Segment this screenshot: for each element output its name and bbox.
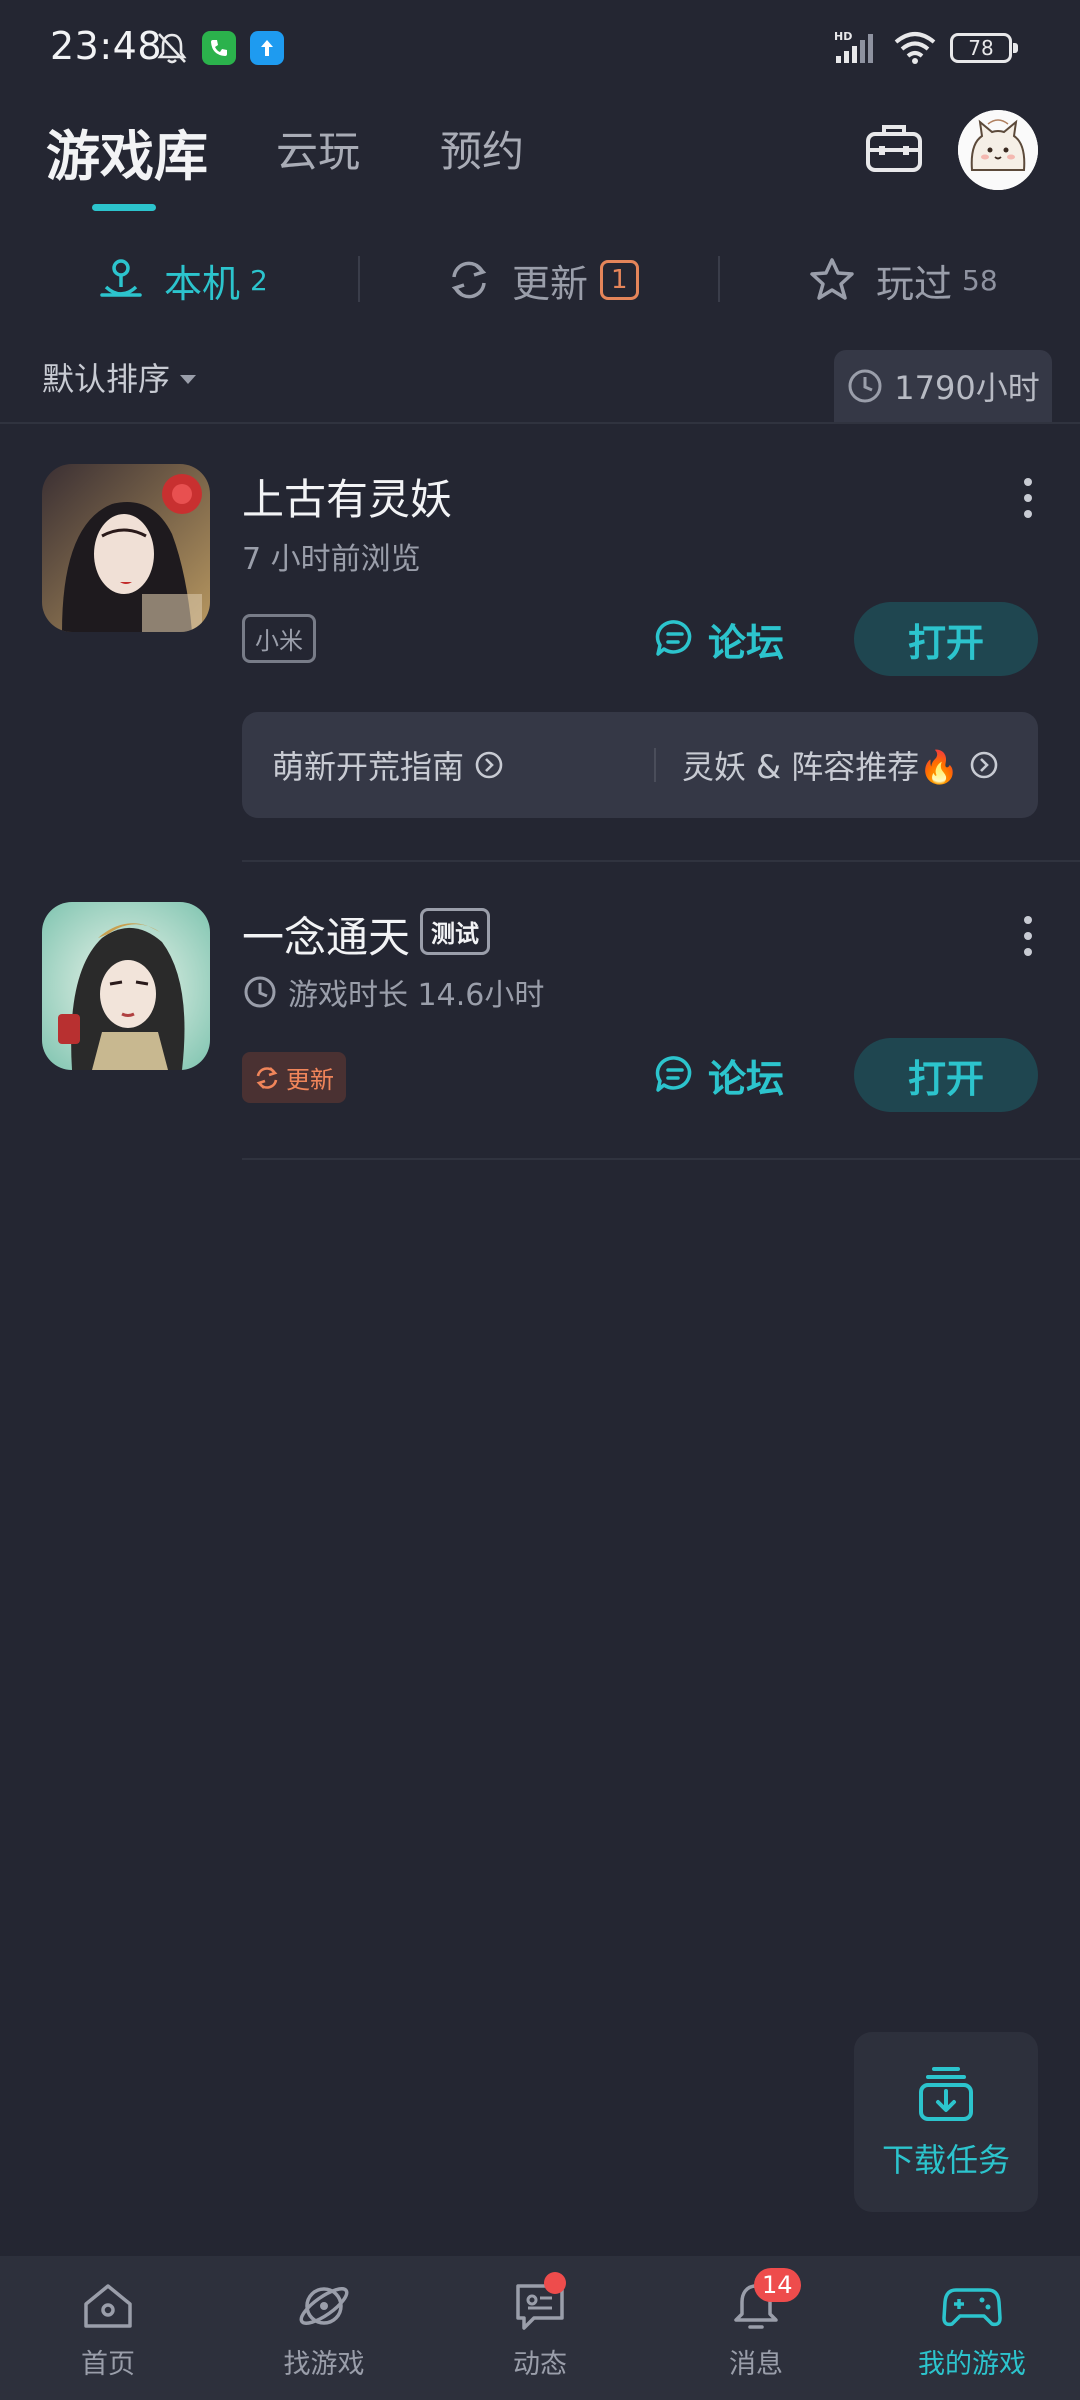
hd-text: HD	[834, 30, 852, 43]
subtab-update-label: 更新	[512, 261, 589, 306]
sort-label: 默认排序	[42, 360, 171, 398]
avatar[interactable]	[958, 110, 1038, 190]
refresh-icon	[256, 1066, 278, 1089]
forum-button[interactable]: 论坛	[654, 1038, 784, 1112]
nav-feed[interactable]: 动态	[432, 2256, 648, 2400]
more-options-icon[interactable]	[1018, 478, 1038, 518]
forum-icon	[655, 1056, 692, 1092]
wifi-icon	[894, 32, 936, 64]
nav-find-game-label: 找游戏	[283, 2349, 365, 2380]
update-tag-label: 更新	[286, 1066, 334, 1094]
signal-icon: HD	[834, 30, 873, 63]
open-game-button[interactable]: 打开	[854, 602, 1038, 676]
divider	[654, 748, 656, 782]
cat-avatar-icon	[958, 110, 1038, 190]
divider	[358, 256, 360, 302]
forum-label: 论坛	[708, 620, 785, 665]
nav-feed-label: 动态	[513, 2349, 567, 2380]
divider	[242, 1158, 1080, 1160]
nav-messages[interactable]: 消息 14	[648, 2256, 864, 2400]
bottom-nav: 首页 找游戏 动态 消息 14 我的游戏	[0, 2256, 1080, 2400]
planet-icon	[299, 2287, 349, 2325]
test-badge: 测试	[420, 908, 490, 955]
tab-reservation[interactable]: 预约	[440, 118, 524, 179]
guide-label: 萌新开荒指南	[272, 748, 465, 786]
refresh-icon	[451, 261, 487, 299]
subtab-local[interactable]: 本机 2	[98, 248, 268, 312]
game-title[interactable]: 一念通天	[242, 904, 410, 965]
clock-icon	[848, 369, 882, 403]
subtab-update[interactable]: 更新 1	[446, 248, 639, 312]
star-icon	[810, 258, 854, 300]
download-task-button[interactable]: 下载任务	[854, 2032, 1038, 2212]
download-tray-icon	[919, 2067, 973, 2121]
playtime-value: 1790小时	[894, 369, 1040, 407]
game-art-yinian	[42, 902, 210, 1070]
phone-app-icon	[202, 31, 236, 65]
subtab-local-count: 2	[250, 263, 268, 297]
local-device-icon	[100, 259, 142, 297]
update-tag[interactable]: 更新	[242, 1052, 346, 1103]
tab-game-library[interactable]: 游戏库	[46, 112, 208, 191]
nav-messages-label: 消息	[729, 2349, 783, 2380]
home-icon	[84, 2284, 132, 2328]
divider	[0, 422, 1080, 424]
open-game-button[interactable]: 打开	[854, 1038, 1038, 1112]
gamepad-icon	[942, 2288, 1002, 2327]
clock-icon	[244, 976, 276, 1008]
caret-down-icon	[180, 374, 197, 384]
game-playtime: 游戏时长 14.6小时	[242, 970, 544, 1014]
status-time: 23:48	[50, 24, 163, 68]
more-options-icon[interactable]	[1018, 916, 1038, 956]
guide-link-lineup[interactable]: 灵妖 & 阵容推荐🔥	[682, 742, 999, 788]
active-tab-indicator	[92, 204, 156, 211]
platform-tag: 小米	[242, 614, 316, 663]
guide-link-beginner[interactable]: 萌新开荒指南	[272, 742, 504, 788]
download-task-label: 下载任务	[881, 2141, 1010, 2179]
game-title[interactable]: 上古有灵妖	[242, 466, 452, 527]
nav-find-game[interactable]: 找游戏	[216, 2256, 432, 2400]
guide-label: 灵妖 & 阵容推荐🔥	[682, 748, 960, 786]
toolbox-icon[interactable]	[862, 118, 926, 182]
forum-icon	[655, 620, 692, 656]
notification-dot	[544, 2272, 566, 2294]
forum-label: 论坛	[708, 1056, 785, 1101]
forum-button[interactable]: 论坛	[654, 602, 784, 676]
tab-cloud-play[interactable]: 云玩	[276, 118, 360, 179]
chevron-right-circle-icon	[970, 751, 998, 779]
chevron-right-circle-icon	[475, 751, 503, 779]
nav-home[interactable]: 首页	[0, 2256, 216, 2400]
game-icon-yinian[interactable]	[42, 902, 210, 1070]
guide-links: 萌新开荒指南 灵妖 & 阵容推荐🔥	[242, 712, 1038, 818]
nav-my-games-label: 我的游戏	[918, 2349, 1026, 2380]
divider	[242, 860, 1080, 862]
mute-bell-icon	[157, 33, 187, 64]
subtab-local-label: 本机	[164, 261, 241, 306]
game-last-viewed: 7 小时前浏览	[242, 542, 421, 577]
divider	[718, 256, 720, 302]
total-playtime[interactable]: 1790小时	[834, 350, 1052, 422]
subtab-played-count: 58	[962, 263, 998, 297]
subtab-played[interactable]: 玩过 58	[808, 248, 998, 312]
update-count-badge: 1	[600, 260, 639, 300]
nav-home-label: 首页	[81, 2349, 135, 2380]
game-icon-shanggu[interactable]	[42, 464, 210, 632]
nav-my-games[interactable]: 我的游戏	[864, 2256, 1080, 2400]
subtab-played-label: 玩过	[876, 261, 953, 306]
sort-dropdown[interactable]: 默认排序	[42, 354, 197, 400]
playtime-text: 游戏时长 14.6小时	[288, 978, 545, 1013]
battery-indicator: 78	[950, 33, 1018, 63]
message-count-badge: 14	[754, 2268, 801, 2302]
status-bar: 23:48 HD 78	[0, 0, 1080, 100]
game-art-shanggu	[42, 464, 210, 632]
upload-app-icon	[250, 31, 284, 65]
